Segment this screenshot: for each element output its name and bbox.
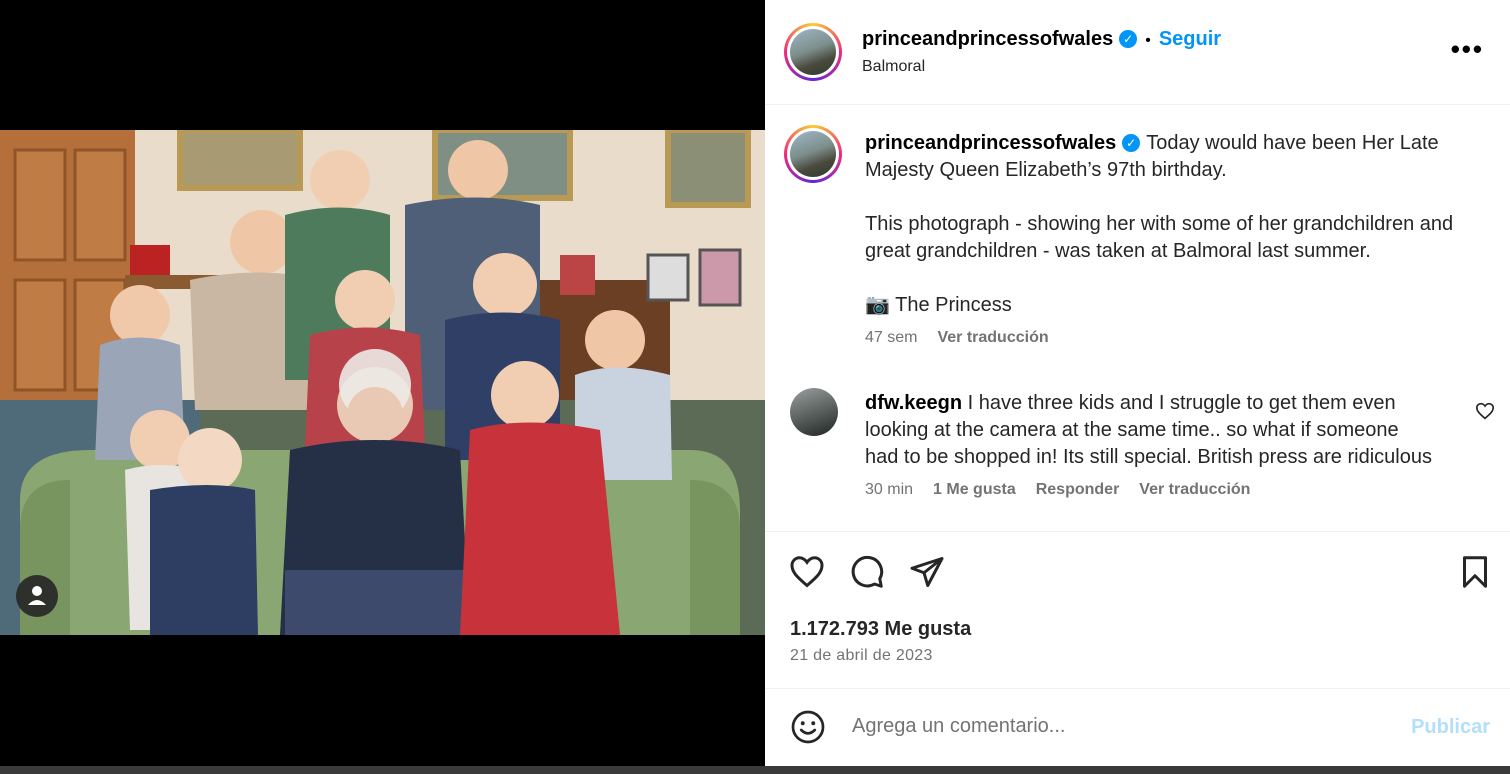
comment-item: dfw.keegn I have three kids and I strugg… — [865, 390, 1435, 499]
verified-badge-icon: ✓ — [1122, 134, 1141, 152]
heart-icon[interactable] — [789, 554, 825, 590]
verified-badge-icon: ✓ — [1119, 30, 1138, 48]
post-panel: princeandprincessofwales ✓ • Seguir Balmora… — [765, 0, 1510, 766]
caption-paragraph-1: princeandprincessofwales ✓ Today would hav… — [865, 130, 1465, 184]
comment-input[interactable] — [850, 714, 1394, 739]
commenter-avatar[interactable] — [790, 388, 838, 436]
comment-likes[interactable]: 1 Me gusta — [933, 481, 1016, 498]
caption-paragraph-2: This photograph - showing her with some … — [865, 213, 1454, 262]
bookmark-icon[interactable] — [1457, 554, 1493, 590]
caption-block: princeandprincessofwales ✓ Today would hav… — [865, 130, 1465, 347]
author-line: princeandprincessofwales ✓ • Seguir — [862, 28, 1221, 51]
separator-dot: • — [1145, 32, 1151, 49]
caption-meta: 47 sem Ver traducción — [865, 329, 1465, 347]
likes-count[interactable]: 1.172.793 Me gusta — [790, 618, 971, 641]
caption-avatar[interactable] — [784, 125, 842, 183]
comment-meta: 30 min 1 Me gusta Responder Ver traducción — [865, 481, 1435, 499]
caption-username[interactable]: princeandprincessofwales — [865, 132, 1116, 154]
comment-time[interactable]: 30 min — [865, 481, 913, 498]
comment-username[interactable]: dfw.keegn — [865, 392, 962, 414]
photo-illustration — [0, 130, 765, 635]
caption-paragraph-3: 📷 The Princess — [865, 294, 1012, 316]
emoji-icon[interactable] — [790, 709, 826, 745]
publish-button[interactable]: Publicar — [1411, 716, 1490, 739]
action-bar: 1.172.793 Me gusta 21 de abril de 2023 — [765, 531, 1510, 689]
comment-text-block: dfw.keegn I have three kids and I strugg… — [865, 390, 1435, 471]
comment-translate-link[interactable]: Ver traducción — [1139, 481, 1250, 498]
comments-section[interactable]: princeandprincessofwales ✓ Today would hav… — [765, 105, 1510, 531]
background-strip — [0, 766, 1510, 774]
post-header: princeandprincessofwales ✓ • Seguir Balmora… — [765, 0, 1510, 105]
caption-translate-link[interactable]: Ver traducción — [937, 329, 1048, 346]
comment-icon[interactable] — [849, 554, 885, 590]
small-heart-icon[interactable] — [1475, 402, 1495, 420]
media-pane — [0, 0, 765, 766]
comment-composer: Publicar — [765, 688, 1510, 766]
share-icon[interactable] — [909, 554, 945, 590]
post-date: 21 de abril de 2023 — [790, 647, 933, 664]
post-location[interactable]: Balmoral — [862, 58, 925, 76]
author-username[interactable]: princeandprincessofwales — [862, 28, 1113, 50]
more-options-icon[interactable]: ••• — [1451, 34, 1484, 65]
author-avatar[interactable] — [784, 23, 842, 81]
caption-time[interactable]: 47 sem — [865, 329, 917, 346]
reply-button[interactable]: Responder — [1036, 481, 1120, 498]
follow-button[interactable]: Seguir — [1159, 28, 1221, 50]
post-photo[interactable] — [0, 130, 765, 635]
